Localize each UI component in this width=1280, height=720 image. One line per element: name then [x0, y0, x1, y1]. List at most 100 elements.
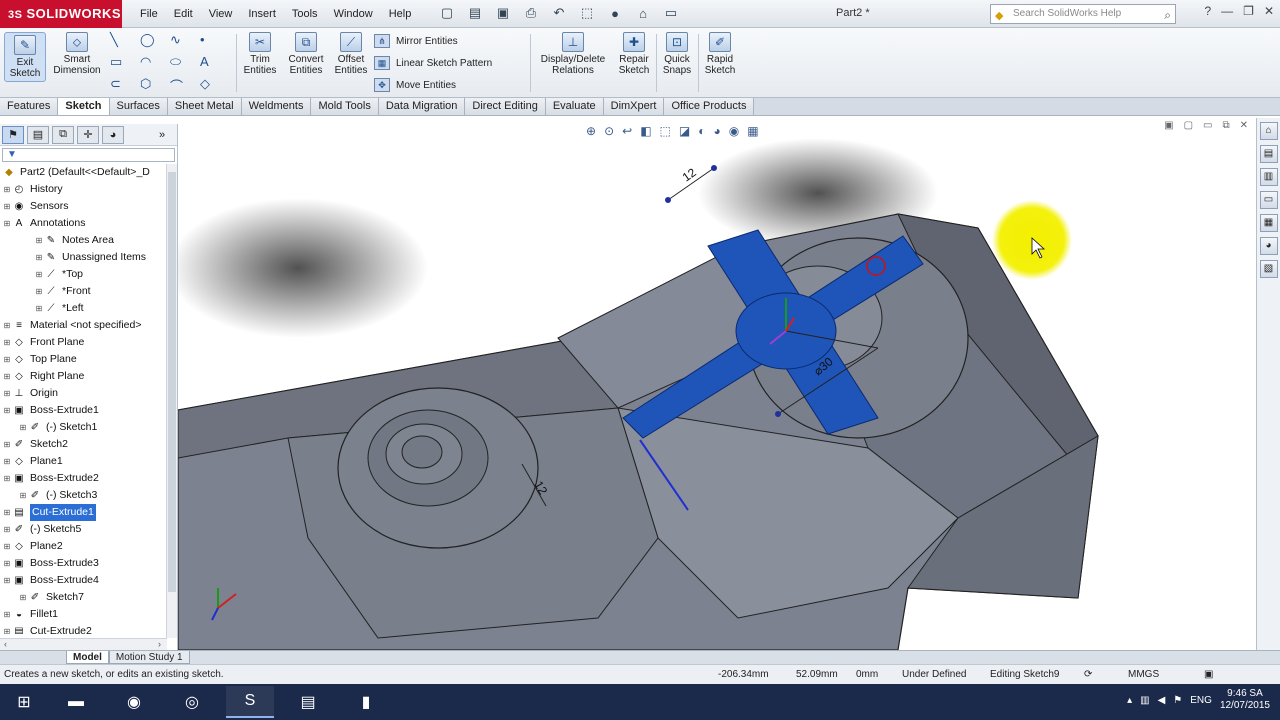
repair-sketch-button[interactable]: ✚ Repair Sketch: [612, 32, 656, 76]
expand-toggle-icon[interactable]: ⊞: [2, 470, 12, 487]
expand-toggle-icon[interactable]: ⊞: [2, 385, 12, 402]
line-icon[interactable]: ╲: [110, 32, 140, 50]
tree-item[interactable]: ⊞ ⟋ *Left: [34, 300, 84, 317]
tab-evaluate[interactable]: Evaluate: [545, 98, 604, 115]
tree-item[interactable]: ⊞ ✐ (-) Sketch3: [18, 487, 98, 504]
text-icon[interactable]: A: [200, 54, 230, 72]
language-indicator[interactable]: ENG: [1190, 695, 1212, 706]
display-relations-button[interactable]: ⊥ Display/Delete Relations: [536, 32, 610, 76]
appearances-icon[interactable]: ◕: [1259, 237, 1278, 255]
tab-data-migration[interactable]: Data Migration: [378, 98, 466, 115]
tab-office-products[interactable]: Office Products: [664, 98, 755, 115]
solidworks-logo[interactable]: 3S SOLIDWORKS: [0, 0, 122, 28]
view-orientation-icon[interactable]: ⬚: [660, 124, 671, 138]
expand-toggle-icon[interactable]: ⊞: [2, 198, 12, 215]
tree-item[interactable]: ⊞ ⊥ Origin: [2, 385, 58, 402]
tree-item[interactable]: ⊞ ✐ (-) Sketch1: [18, 419, 98, 436]
expand-toggle-icon[interactable]: ⊞: [2, 572, 12, 589]
expand-toggle-icon[interactable]: ⊞: [34, 249, 44, 266]
exit-sketch-button[interactable]: ✎ Exit Sketch: [4, 32, 46, 82]
tree-item[interactable]: ⊞ ◇ Top Plane: [2, 351, 77, 368]
view-palette-icon[interactable]: ▦: [1259, 214, 1278, 232]
tree-item[interactable]: ⊞ ◉ Sensors: [2, 198, 69, 215]
menu-view[interactable]: View: [201, 8, 241, 20]
expand-toggle-icon[interactable]: ⊞: [18, 419, 28, 436]
tab-motion-study[interactable]: Motion Study 1: [108, 651, 190, 664]
volume-icon[interactable]: ◀: [1158, 695, 1166, 706]
file-properties-icon[interactable]: ⌂: [632, 4, 654, 22]
dimxpert-manager-icon[interactable]: ✛: [77, 125, 99, 144]
scroll-thumb[interactable]: [168, 172, 176, 592]
tree-item[interactable]: ⊞ ≡ Material <not specified>: [2, 317, 142, 334]
trim-entities-button[interactable]: ✂ Trim Entities: [240, 32, 280, 76]
zoom-area-icon[interactable]: ⊙: [604, 124, 614, 138]
zoom-to-fit-icon[interactable]: ⊕: [586, 124, 596, 138]
scroll-left-icon[interactable]: ‹: [4, 639, 7, 649]
tree-item[interactable]: ⊞ ✐ Sketch2: [2, 436, 68, 453]
tree-scrollbar[interactable]: [166, 164, 177, 638]
restore-button[interactable]: ❐: [1243, 4, 1254, 18]
status-units[interactable]: MMGS: [1128, 669, 1159, 680]
feature-manager-icon[interactable]: ⚑: [2, 125, 24, 144]
tree-item[interactable]: ⊞ ▣ Boss-Extrude2: [2, 470, 99, 487]
expand-toggle-icon[interactable]: ⊞: [34, 283, 44, 300]
close-button[interactable]: ✕: [1264, 4, 1274, 18]
quick-snaps-button[interactable]: ⊡ Quick Snaps: [658, 32, 696, 76]
expand-toggle-icon[interactable]: ⊞: [2, 215, 12, 232]
section-view-icon[interactable]: ◧: [640, 124, 651, 138]
expand-toggle-icon[interactable]: ⊞: [18, 589, 28, 606]
tree-item[interactable]: ⊞ ⟋ *Front: [34, 283, 91, 300]
expand-toggle-icon[interactable]: ⊞: [2, 623, 12, 634]
undo-icon[interactable]: ↶: [548, 4, 570, 22]
network-icon[interactable]: ▥: [1140, 695, 1149, 706]
menu-tools[interactable]: Tools: [284, 8, 326, 20]
tab-surfaces[interactable]: Surfaces: [109, 98, 168, 115]
view-settings-icon[interactable]: ▦: [747, 124, 758, 138]
expand-toggle-icon[interactable]: ⊞: [2, 504, 12, 521]
property-manager-icon[interactable]: ▤: [27, 125, 49, 144]
fillet-sketch-icon[interactable]: ⌒: [170, 76, 200, 94]
camtasia-icon[interactable]: ◎: [168, 686, 216, 718]
tree-horizontal-scrollbar[interactable]: ‹ ›: [0, 638, 167, 650]
folder-icon[interactable]: ▭: [1259, 191, 1278, 209]
minimize-button[interactable]: —: [1221, 4, 1233, 18]
viewport-maximize-icon[interactable]: ⧉: [1222, 120, 1229, 131]
chrome-icon[interactable]: ◉: [110, 686, 158, 718]
save-icon[interactable]: ▣: [492, 4, 514, 22]
viewport-close-icon[interactable]: ✕: [1240, 120, 1248, 131]
dimension-top[interactable]: 12: [680, 165, 699, 184]
circle-icon[interactable]: ◯: [140, 32, 170, 50]
sketch-point[interactable]: [665, 197, 671, 203]
mirror-entities-button[interactable]: ⋔ Mirror Entities: [374, 32, 492, 50]
tree-item[interactable]: ⊞ ◒ Fillet1: [2, 606, 58, 623]
tab-dimxpert[interactable]: DimXpert: [603, 98, 665, 115]
expand-toggle-icon[interactable]: ⊞: [2, 181, 12, 198]
windows-start-icon[interactable]: ⊞: [0, 686, 48, 718]
move-entities-button[interactable]: ✥ Move Entities: [374, 76, 492, 94]
tree-item[interactable]: ⊞ ◇ Right Plane: [2, 368, 85, 385]
expand-toggle-icon[interactable]: ⊞: [2, 555, 12, 572]
flag-icon[interactable]: ⚑: [1173, 695, 1182, 706]
scroll-right-icon[interactable]: ›: [158, 639, 161, 649]
solidworks-taskbar-icon[interactable]: S: [226, 686, 274, 718]
options-icon[interactable]: ▭: [660, 4, 682, 22]
tab-sketch[interactable]: Sketch: [58, 98, 110, 115]
expand-toggle-icon[interactable]: ⊞: [18, 487, 28, 504]
rectangle-icon[interactable]: ▭: [110, 54, 140, 72]
expand-toggle-icon[interactable]: ⊞: [2, 317, 12, 334]
display-style-icon[interactable]: ◪: [679, 124, 690, 138]
tree-item[interactable]: ⊞ ✐ Sketch7: [18, 589, 84, 606]
model-canvas[interactable]: 12 12 ⌀30: [178, 118, 1256, 650]
expand-toggle-icon[interactable]: ⊞: [2, 521, 12, 538]
tree-item[interactable]: ⊞ ✎ Unassigned Items: [34, 249, 146, 266]
tree-root[interactable]: ◆ Part2 (Default<<Default>_D: [2, 164, 150, 181]
menu-edit[interactable]: Edit: [166, 8, 201, 20]
rebuild-icon[interactable]: ●: [604, 4, 626, 22]
expand-toggle-icon[interactable]: ⊞: [34, 300, 44, 317]
hide-show-icon[interactable]: ◐: [698, 124, 705, 138]
previous-view-icon[interactable]: ↩: [622, 124, 632, 138]
expand-toggle-icon[interactable]: ⊞: [34, 266, 44, 283]
tree-item[interactable]: ⊞ ◇ Plane1: [2, 453, 63, 470]
expand-toggle-icon[interactable]: ⊞: [2, 368, 12, 385]
search-icon[interactable]: ⌕: [1164, 6, 1171, 24]
